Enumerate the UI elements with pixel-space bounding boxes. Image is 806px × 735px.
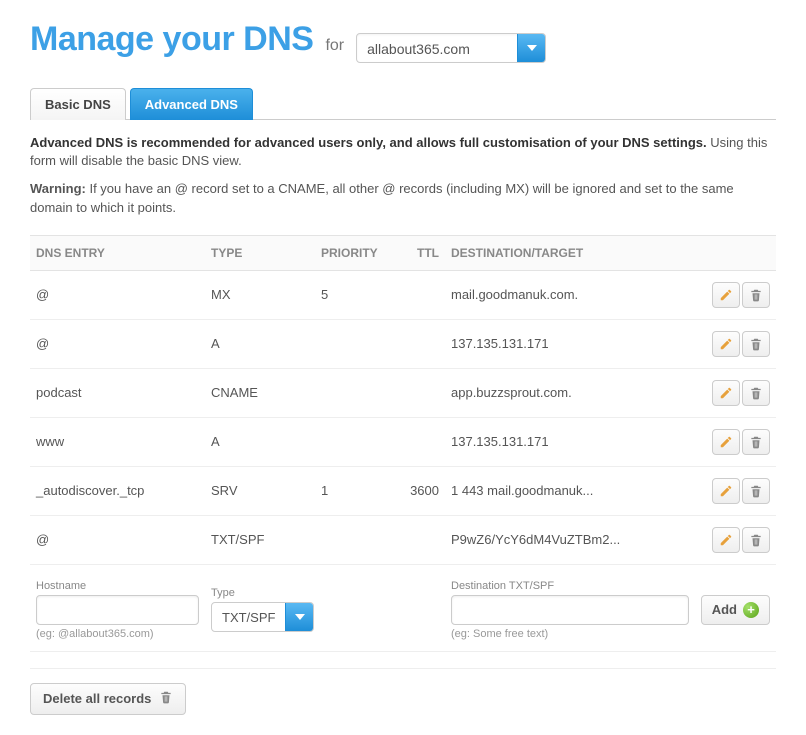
delete-button[interactable]	[742, 331, 770, 357]
edit-button[interactable]	[712, 478, 740, 504]
col-priority: PRIORITY	[315, 235, 395, 270]
cell-type: SRV	[205, 466, 315, 515]
cell-ttl	[395, 417, 445, 466]
cell-dest: app.buzzsprout.com.	[445, 368, 696, 417]
cell-entry: @	[30, 319, 205, 368]
add-button[interactable]: Add +	[701, 595, 770, 625]
cell-priority	[315, 515, 395, 564]
delete-button[interactable]	[742, 282, 770, 308]
cell-type: CNAME	[205, 368, 315, 417]
col-type: TYPE	[205, 235, 315, 270]
cell-entry: podcast	[30, 368, 205, 417]
cell-dest: mail.goodmanuk.com.	[445, 270, 696, 319]
page-title: Manage your DNS	[30, 20, 313, 59]
warning-label: Warning:	[30, 181, 86, 196]
cell-priority: 1	[315, 466, 395, 515]
cell-ttl	[395, 319, 445, 368]
cell-priority: 5	[315, 270, 395, 319]
warning-text: Warning: If you have an @ record set to …	[30, 180, 776, 216]
cell-entry: @	[30, 270, 205, 319]
table-row: _autodiscover._tcpSRV136001 443 mail.goo…	[30, 466, 776, 515]
edit-button[interactable]	[712, 282, 740, 308]
col-entry: DNS ENTRY	[30, 235, 205, 270]
delete-button[interactable]	[742, 478, 770, 504]
edit-button[interactable]	[712, 429, 740, 455]
cell-type: A	[205, 319, 315, 368]
cell-priority	[315, 368, 395, 417]
hostname-input[interactable]	[36, 595, 199, 625]
delete-button[interactable]	[742, 380, 770, 406]
cell-type: MX	[205, 270, 315, 319]
cell-priority	[315, 417, 395, 466]
domain-select-value: allabout365.com	[357, 34, 517, 62]
delete-all-label: Delete all records	[43, 691, 151, 706]
type-label: Type	[211, 587, 439, 599]
cell-entry: _autodiscover._tcp	[30, 466, 205, 515]
col-ttl: TTL	[395, 235, 445, 270]
cell-entry: @	[30, 515, 205, 564]
cell-ttl: 3600	[395, 466, 445, 515]
table-row: podcastCNAME app.buzzsprout.com.	[30, 368, 776, 417]
table-row: @TXT/SPF P9wZ6/YcY6dM4VuZTBm2...	[30, 515, 776, 564]
cell-priority	[315, 319, 395, 368]
edit-button[interactable]	[712, 380, 740, 406]
cell-dest: 1 443 mail.goodmanuk...	[445, 466, 696, 515]
domain-select[interactable]: allabout365.com	[356, 33, 546, 63]
add-button-label: Add	[712, 602, 737, 617]
cell-type: A	[205, 417, 315, 466]
plus-icon: +	[743, 602, 759, 618]
cell-dest: 137.135.131.171	[445, 319, 696, 368]
intro-bold: Advanced DNS is recommended for advanced…	[30, 135, 707, 150]
tabs: Basic DNS Advanced DNS	[30, 87, 776, 120]
table-row: @A 137.135.131.171	[30, 319, 776, 368]
col-dest: DESTINATION/TARGET	[445, 235, 696, 270]
chevron-down-icon	[517, 34, 545, 62]
destination-label: Destination TXT/SPF	[451, 580, 689, 592]
cell-dest: P9wZ6/YcY6dM4VuZTBm2...	[445, 515, 696, 564]
cell-ttl	[395, 270, 445, 319]
edit-button[interactable]	[712, 331, 740, 357]
tab-advanced-dns[interactable]: Advanced DNS	[130, 88, 253, 120]
delete-button[interactable]	[742, 429, 770, 455]
dns-table: DNS ENTRY TYPE PRIORITY TTL DESTINATION/…	[30, 235, 776, 565]
cell-type: TXT/SPF	[205, 515, 315, 564]
edit-button[interactable]	[712, 527, 740, 553]
delete-button[interactable]	[742, 527, 770, 553]
destination-input[interactable]	[451, 595, 689, 625]
cell-ttl	[395, 515, 445, 564]
trash-icon	[159, 690, 173, 707]
cell-entry: www	[30, 417, 205, 466]
type-select-value: TXT/SPF	[212, 603, 285, 631]
intro-text: Advanced DNS is recommended for advanced…	[30, 134, 776, 170]
tab-basic-dns[interactable]: Basic DNS	[30, 88, 126, 120]
destination-hint: (eg: Some free text)	[451, 628, 689, 640]
cell-dest: 137.135.131.171	[445, 417, 696, 466]
for-label: for	[325, 37, 344, 55]
table-row: @MX5 mail.goodmanuk.com.	[30, 270, 776, 319]
delete-all-button[interactable]: Delete all records	[30, 683, 186, 715]
hostname-label: Hostname	[36, 580, 199, 592]
hostname-hint: (eg: @allabout365.com)	[36, 628, 199, 640]
cell-ttl	[395, 368, 445, 417]
type-select[interactable]: TXT/SPF	[211, 602, 314, 632]
warning-body: If you have an @ record set to a CNAME, …	[30, 181, 734, 214]
chevron-down-icon	[285, 603, 313, 631]
table-row: wwwA 137.135.131.171	[30, 417, 776, 466]
